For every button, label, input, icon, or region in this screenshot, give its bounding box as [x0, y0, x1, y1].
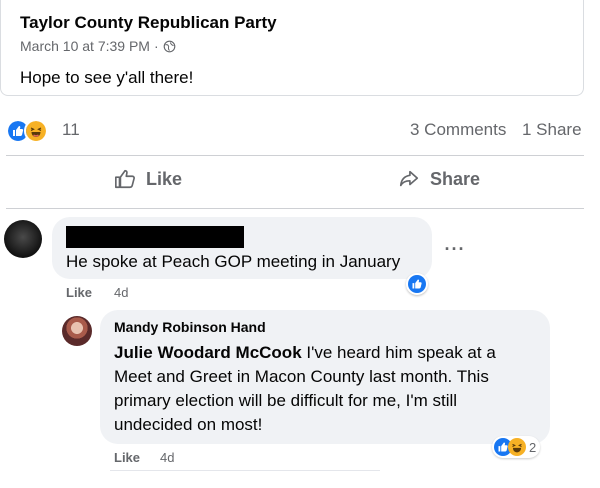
globe-icon [163, 40, 175, 52]
reply-reaction-badge[interactable]: 2 [492, 436, 541, 458]
like-button-label: Like [146, 168, 183, 189]
reply-reaction-count: 2 [529, 439, 537, 455]
reply-like-link[interactable]: Like [114, 450, 140, 465]
reaction-summary[interactable] [6, 119, 48, 143]
comment-more-options-button[interactable]: ··· [438, 232, 472, 266]
reply-timestamp[interactable]: 4d [160, 450, 174, 465]
mention-tag[interactable]: Julie Woodard McCook [114, 343, 302, 362]
haha-icon [508, 438, 526, 456]
comment-like-link[interactable]: Like [66, 285, 92, 300]
divider [6, 208, 584, 209]
reply-author[interactable]: Mandy Robinson Hand [114, 319, 266, 335]
post-meta: March 10 at 7:39 PM · [20, 38, 176, 54]
share-arrow-icon [399, 170, 419, 187]
thumbs-up-icon [115, 169, 135, 189]
comment-text: He spoke at Peach GOP meeting in January [66, 252, 401, 271]
reply-author-avatar[interactable] [62, 316, 92, 346]
comments-count-link[interactable]: 3 Comments [410, 120, 506, 140]
reaction-count[interactable]: 11 [62, 120, 80, 140]
post-text: Hope to see y'all there! [20, 68, 194, 87]
like-icon [408, 275, 426, 293]
redacted-author-name [66, 226, 244, 248]
comment-reaction-badge[interactable] [406, 273, 428, 295]
divider [110, 470, 380, 471]
like-button[interactable]: Like [114, 168, 182, 190]
shares-count-link[interactable]: 1 Share [522, 120, 582, 140]
comment-timestamp[interactable]: 4d [114, 285, 128, 300]
post-timestamp[interactable]: March 10 at 7:39 PM [20, 38, 150, 54]
share-button[interactable]: Share [398, 168, 480, 190]
commenter-avatar[interactable] [4, 220, 42, 258]
reply-text: Julie Woodard McCook I've heard him spea… [114, 341, 534, 437]
divider [6, 155, 584, 156]
post-author[interactable]: Taylor County Republican Party [20, 13, 277, 33]
haha-icon [24, 119, 48, 143]
meta-separator: · [153, 38, 159, 54]
share-button-label: Share [430, 168, 481, 189]
